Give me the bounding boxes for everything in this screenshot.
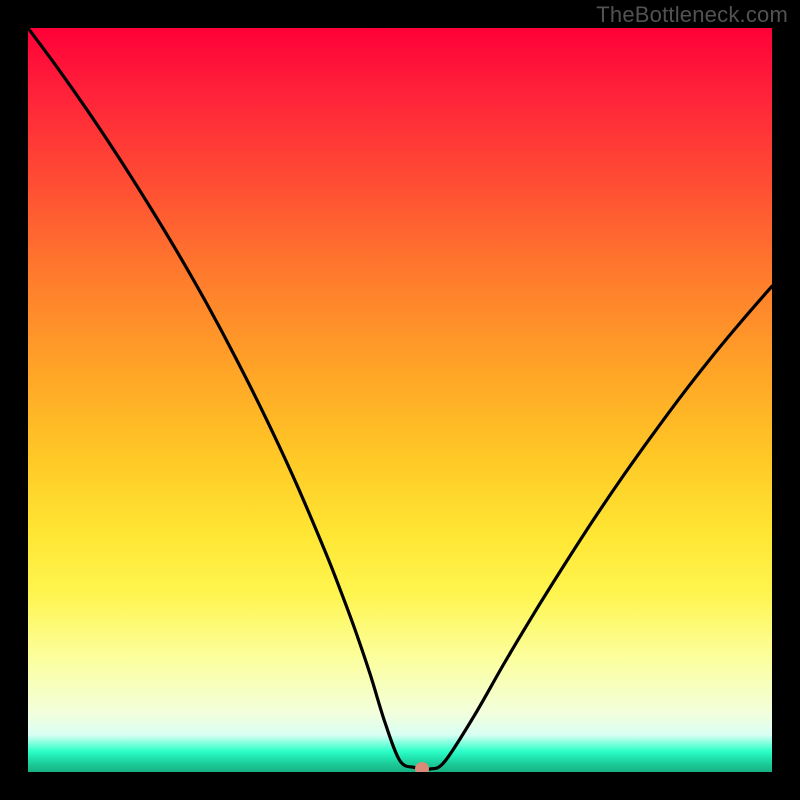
optimum-marker — [415, 762, 429, 772]
watermark-text: TheBottleneck.com — [596, 2, 788, 28]
bottleneck-curve — [28, 28, 772, 772]
chart-frame: TheBottleneck.com — [0, 0, 800, 800]
plot-area — [28, 28, 772, 772]
